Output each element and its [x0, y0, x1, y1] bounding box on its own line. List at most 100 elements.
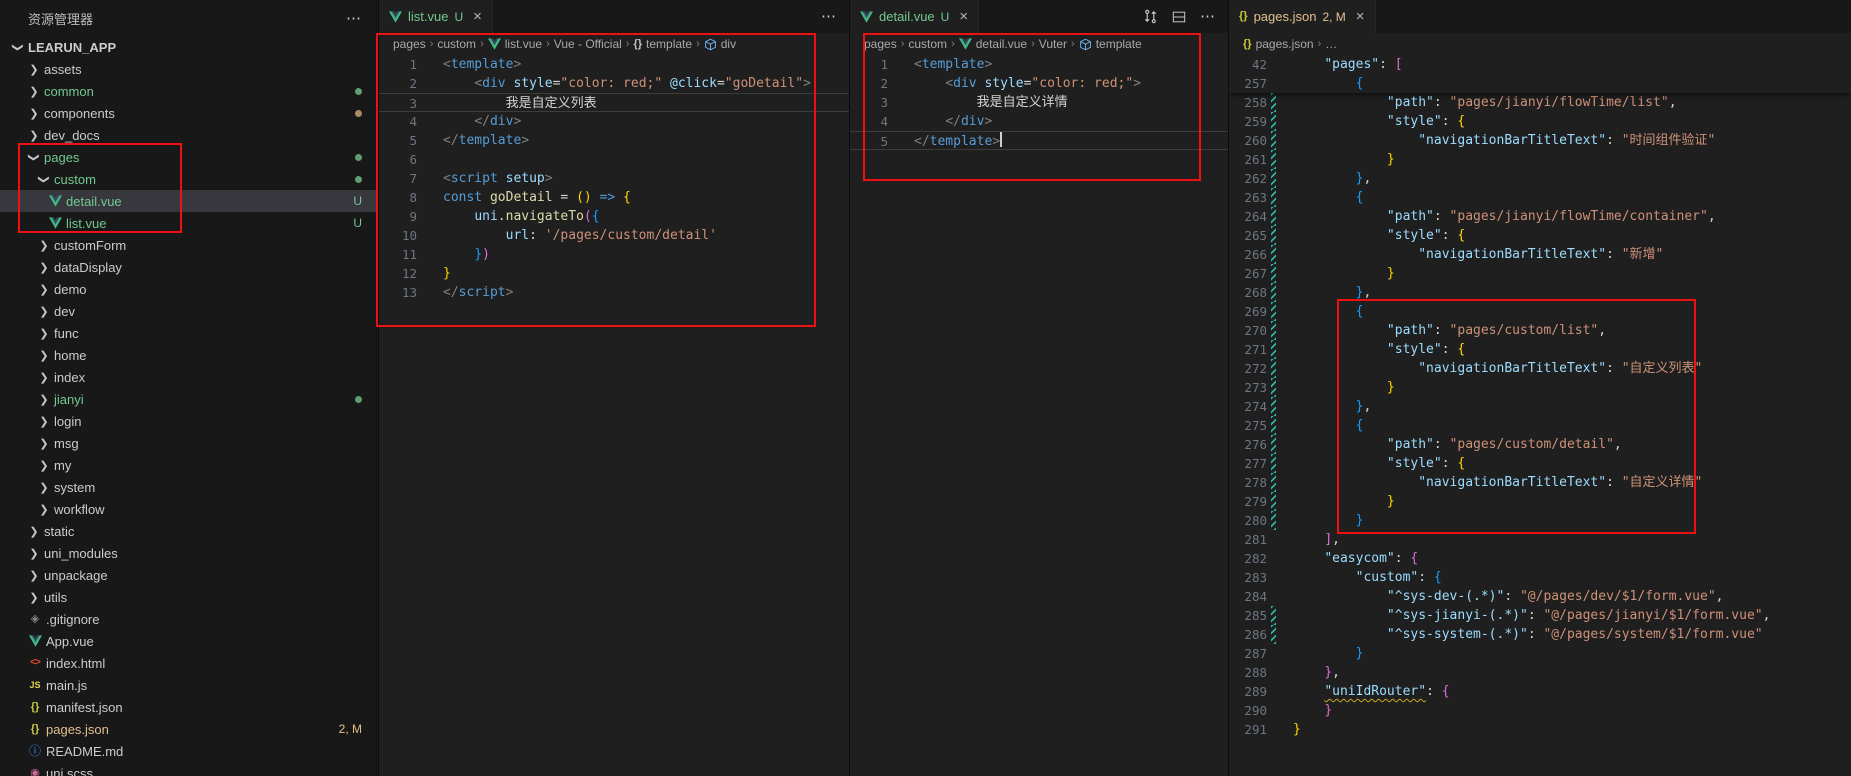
- tree-item-workflow[interactable]: ❯workflow: [0, 498, 376, 520]
- code-line[interactable]: 264 "path": "pages/jianyi/flowTime/conta…: [1229, 207, 1851, 226]
- tree-item-manifest.json[interactable]: {}manifest.json: [0, 696, 376, 718]
- tree-item-detail.vue[interactable]: detail.vueU: [0, 190, 376, 212]
- code-line[interactable]: 265 "style": {: [1229, 226, 1851, 245]
- tree-item-list.vue[interactable]: list.vueU: [0, 212, 376, 234]
- code-line[interactable]: 279 }: [1229, 492, 1851, 511]
- code-line[interactable]: 268 },: [1229, 283, 1851, 302]
- code-line[interactable]: 1<template>: [850, 55, 1228, 74]
- code-line[interactable]: 12}: [379, 264, 849, 283]
- tree-item-dev[interactable]: ❯dev: [0, 300, 376, 322]
- breadcrumb-item[interactable]: custom: [908, 37, 947, 51]
- breadcrumb-item[interactable]: detail.vue: [959, 37, 1027, 51]
- tree-item-App.vue[interactable]: App.vue: [0, 630, 376, 652]
- code-line[interactable]: 11 }): [379, 245, 849, 264]
- code-line[interactable]: 281 ],: [1229, 530, 1851, 549]
- more-icon[interactable]: ⋯: [1200, 9, 1216, 24]
- code-line[interactable]: 9 uni.navigateTo({: [379, 207, 849, 226]
- tree-item-custom[interactable]: ❯custom: [0, 168, 376, 190]
- tree-item-uni_modules[interactable]: ❯uni_modules: [0, 542, 376, 564]
- tree-item-dev_docs[interactable]: ❯dev_docs: [0, 124, 376, 146]
- breadcrumb-item[interactable]: {}template: [633, 37, 692, 51]
- code-line[interactable]: 267 }: [1229, 264, 1851, 283]
- breadcrumb-item[interactable]: list.vue: [488, 37, 542, 51]
- code-line[interactable]: 5</template>: [379, 131, 849, 150]
- breadcrumb-item[interactable]: Vue - Official: [554, 37, 622, 51]
- code-line[interactable]: 283 "custom": {: [1229, 568, 1851, 587]
- tree-item-jianyi[interactable]: ❯jianyi: [0, 388, 376, 410]
- close-tab-icon[interactable]: ×: [473, 9, 482, 24]
- breadcrumb-item[interactable]: {}pages.json: [1243, 37, 1314, 51]
- code-line[interactable]: 286 "^sys-system-(.*)": "@/pages/system/…: [1229, 625, 1851, 644]
- tree-item-pages.json[interactable]: {}pages.json2, M: [0, 718, 376, 740]
- code-line[interactable]: 275 {: [1229, 416, 1851, 435]
- code-line[interactable]: 7<script setup>: [379, 169, 849, 188]
- close-tab-icon[interactable]: ×: [959, 9, 968, 24]
- tree-item-pages[interactable]: ❯pages: [0, 146, 376, 168]
- tree-item-LEARUN_APP[interactable]: ❯LEARUN_APP: [0, 36, 376, 58]
- explorer-more-button[interactable]: ⋯: [346, 9, 362, 27]
- tree-item-system[interactable]: ❯system: [0, 476, 376, 498]
- code-line[interactable]: 287 }: [1229, 644, 1851, 663]
- tree-item-assets[interactable]: ❯assets: [0, 58, 376, 80]
- code-line[interactable]: 282 "easycom": {: [1229, 549, 1851, 568]
- code-line[interactable]: 291}: [1229, 720, 1851, 739]
- code-line[interactable]: 280 }: [1229, 511, 1851, 530]
- tree-item-components[interactable]: ❯components: [0, 102, 376, 124]
- code-line[interactable]: 263 {: [1229, 188, 1851, 207]
- code-line[interactable]: 272 "navigationBarTitleText": "自定义列表": [1229, 359, 1851, 378]
- code-line[interactable]: 288 },: [1229, 663, 1851, 682]
- code-line[interactable]: 259 "style": {: [1229, 112, 1851, 131]
- code-line[interactable]: 2 <div style="color: red;" @click="goDet…: [379, 74, 849, 93]
- sticky-line[interactable]: 257 {: [1229, 74, 1851, 93]
- tree-item-uni.scss[interactable]: ◉uni.scss: [0, 762, 376, 776]
- sticky-line[interactable]: 42 "pages": [: [1229, 55, 1851, 74]
- breadcrumb-item[interactable]: …: [1325, 37, 1337, 51]
- code-line[interactable]: 269 {: [1229, 302, 1851, 321]
- breadcrumb-item[interactable]: div: [704, 37, 736, 51]
- code-line[interactable]: 285 "^sys-jianyi-(.*)": "@/pages/jianyi/…: [1229, 606, 1851, 625]
- tab-list.vue[interactable]: list.vueU×: [379, 0, 493, 33]
- tree-item-main.js[interactable]: JSmain.js: [0, 674, 376, 696]
- tree-item-login[interactable]: ❯login: [0, 410, 376, 432]
- code-line[interactable]: 274 },: [1229, 397, 1851, 416]
- code-line[interactable]: 262 },: [1229, 169, 1851, 188]
- code-line[interactable]: 289 "uniIdRouter": {: [1229, 682, 1851, 701]
- code-line[interactable]: 4 </div>: [379, 112, 849, 131]
- close-tab-icon[interactable]: ×: [1356, 9, 1365, 24]
- code-line[interactable]: 284 "^sys-dev-(.*)": "@/pages/dev/$1/for…: [1229, 587, 1851, 606]
- split-icon[interactable]: [1172, 10, 1186, 24]
- tree-item-index[interactable]: ❯index: [0, 366, 376, 388]
- code-line[interactable]: 270 "path": "pages/custom/list",: [1229, 321, 1851, 340]
- code-line[interactable]: 5</template>: [850, 131, 1228, 150]
- breadcrumb-item[interactable]: template: [1079, 37, 1142, 51]
- more-icon[interactable]: ⋯: [821, 9, 837, 24]
- tree-item-common[interactable]: ❯common: [0, 80, 376, 102]
- breadcrumb-item[interactable]: pages: [864, 37, 897, 51]
- code-line[interactable]: 1<template>: [379, 55, 849, 74]
- code-line[interactable]: 258 "path": "pages/jianyi/flowTime/list"…: [1229, 93, 1851, 112]
- code-line[interactable]: 2 <div style="color: red;">: [850, 74, 1228, 93]
- breadcrumb-item[interactable]: pages: [393, 37, 426, 51]
- tree-item-static[interactable]: ❯static: [0, 520, 376, 542]
- code-editor[interactable]: 1<template>2 <div style="color: red;" @c…: [379, 55, 849, 776]
- tree-item-dataDisplay[interactable]: ❯dataDisplay: [0, 256, 376, 278]
- code-line[interactable]: 13</script>: [379, 283, 849, 302]
- code-line[interactable]: 290 }: [1229, 701, 1851, 720]
- code-line[interactable]: 271 "style": {: [1229, 340, 1851, 359]
- code-line[interactable]: 261 }: [1229, 150, 1851, 169]
- tree-item-utils[interactable]: ❯utils: [0, 586, 376, 608]
- code-line[interactable]: 260 "navigationBarTitleText": "时间组件验证": [1229, 131, 1851, 150]
- code-line[interactable]: 273 }: [1229, 378, 1851, 397]
- compare-icon[interactable]: [1143, 9, 1158, 24]
- code-line[interactable]: 276 "path": "pages/custom/detail",: [1229, 435, 1851, 454]
- tree-item-index.html[interactable]: <>index.html: [0, 652, 376, 674]
- breadcrumb-item[interactable]: Vuter: [1039, 37, 1067, 51]
- code-line[interactable]: 277 "style": {: [1229, 454, 1851, 473]
- tree-item-unpackage[interactable]: ❯unpackage: [0, 564, 376, 586]
- code-line[interactable]: 6: [379, 150, 849, 169]
- code-line[interactable]: 8const goDetail = () => {: [379, 188, 849, 207]
- tree-item-home[interactable]: ❯home: [0, 344, 376, 366]
- tree-item-func[interactable]: ❯func: [0, 322, 376, 344]
- code-line[interactable]: 266 "navigationBarTitleText": "新增": [1229, 245, 1851, 264]
- code-line[interactable]: 3 我是自定义详情: [850, 93, 1228, 112]
